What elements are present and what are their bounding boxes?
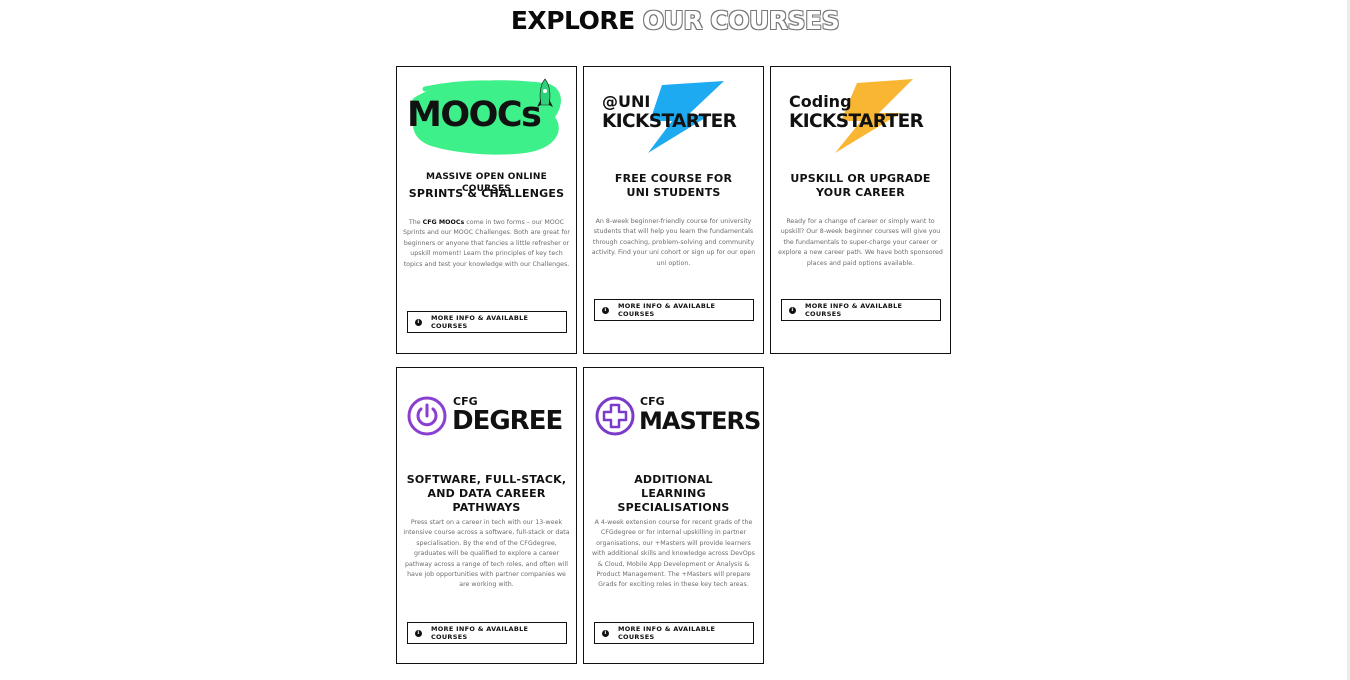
more-info-button[interactable]: i MORE INFO & AVAILABLE COURSES: [594, 622, 754, 644]
card-description: Ready for a change of career or simply w…: [778, 218, 943, 267]
course-card-uni-kickstarter: @UNI KICKSTARTER FREE COURSE FOR UNI STU…: [583, 66, 764, 354]
more-info-button[interactable]: i MORE INFO & AVAILABLE COURSES: [594, 299, 754, 321]
cfg-masters-logo-line2: MASTERS: [639, 407, 761, 435]
course-card-coding-kickstarter: Coding KICKSTARTER UPSKILL OR UPGRADE YO…: [770, 66, 951, 354]
coding-kickstarter-logo-line1: Coding: [789, 92, 852, 111]
coding-kickstarter-logo: Coding KICKSTARTER: [779, 73, 942, 157]
info-icon: i: [602, 306, 609, 314]
uni-kickstarter-logo-line2: KICKSTARTER: [602, 111, 737, 132]
page-title: EXPLORE OUR COURSES: [0, 5, 1350, 37]
more-info-button[interactable]: i MORE INFO & AVAILABLE COURSES: [407, 622, 567, 644]
coding-kickstarter-logo-line2: KICKSTARTER: [789, 111, 924, 132]
more-info-button[interactable]: i MORE INFO & AVAILABLE COURSES: [407, 311, 567, 333]
card-title: SOFTWARE, FULL-STACK, AND DATA CAREER PA…: [406, 473, 567, 514]
desc-rest: come in two forms – our MOOC Sprints and…: [403, 219, 570, 268]
info-icon: i: [415, 318, 422, 326]
cfg-masters-logo: CFG MASTERS: [592, 374, 761, 458]
plus-icon: [595, 396, 635, 436]
more-info-button[interactable]: i MORE INFO & AVAILABLE COURSES: [781, 299, 941, 321]
more-info-button-label: MORE INFO & AVAILABLE COURSES: [617, 625, 716, 641]
card-title: FREE COURSE FOR UNI STUDENTS: [614, 172, 733, 199]
card-title-line2: SPRINTS & CHALLENGES: [408, 187, 565, 200]
desc-lead: The: [408, 219, 423, 226]
page-title-solid: EXPLORE: [510, 6, 635, 35]
power-icon: [407, 396, 447, 436]
more-info-button-label: MORE INFO & AVAILABLE COURSES: [430, 314, 529, 330]
cfg-degree-logo: CFG DEGREE: [405, 374, 568, 458]
info-icon: i: [789, 306, 796, 314]
course-card-cfg-degree: CFG DEGREE SOFTWARE, FULL-STACK, AND DAT…: [396, 367, 577, 664]
card-description: A 4-week extension course for recent gra…: [592, 519, 755, 589]
card-description: Press start on a career in tech with our…: [403, 519, 570, 589]
card-description: An 8-week beginner-friendly course for u…: [591, 218, 756, 267]
course-card-cfg-masters: CFG MASTERS ADDITIONAL LEARNING SPECIALI…: [583, 367, 764, 664]
uni-kickstarter-logo-line1: @UNI: [602, 92, 651, 111]
info-icon: i: [602, 629, 609, 637]
more-info-button-label: MORE INFO & AVAILABLE COURSES: [804, 302, 903, 318]
more-info-button-label: MORE INFO & AVAILABLE COURSES: [430, 625, 529, 641]
more-info-button-label: MORE INFO & AVAILABLE COURSES: [617, 302, 716, 318]
card-title: UPSKILL OR UPGRADE YOUR CAREER: [790, 172, 931, 199]
page-title-outline: OUR COURSES: [642, 6, 840, 35]
moocs-logo-text: MOOCs: [407, 95, 542, 135]
card-title: ADDITIONAL LEARNING SPECIALISATIONS: [617, 473, 730, 514]
moocs-logo: MOOCs: [405, 73, 568, 157]
card-description: The CFG MOOCs come in two forms – our MO…: [403, 218, 570, 270]
desc-bold: CFG MOOCs: [422, 219, 465, 226]
course-card-moocs: MOOCs MASSIVE OPEN ONLINE COURSES SPRINT…: [396, 66, 577, 354]
cfg-degree-logo-line2: DEGREE: [452, 406, 563, 436]
info-icon: i: [415, 629, 422, 637]
uni-kickstarter-logo: @UNI KICKSTARTER: [592, 73, 755, 157]
